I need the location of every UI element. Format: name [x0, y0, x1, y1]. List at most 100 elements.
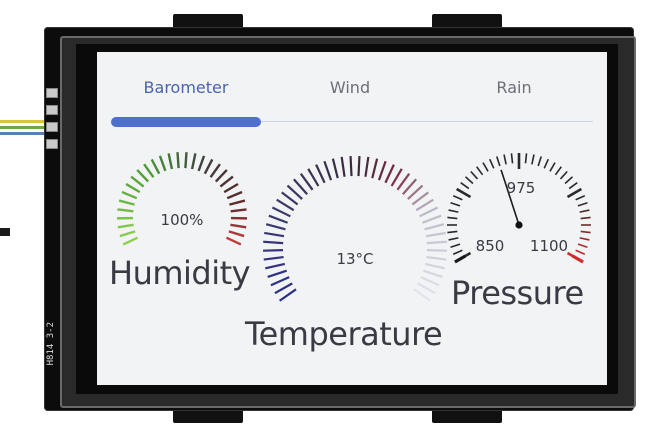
- board-silkscreen: H814 3-2: [46, 322, 56, 366]
- humidity-tick: [203, 158, 214, 175]
- humidity-tick: [219, 175, 234, 188]
- pressure-tick: [510, 153, 514, 164]
- humidity-tick: [209, 163, 221, 178]
- temperature-gauge-arc: [263, 156, 447, 302]
- humidity-tick: [226, 190, 243, 200]
- wire-yellow: [0, 120, 48, 123]
- pressure-tick: [575, 249, 586, 256]
- humidity-tick: [214, 169, 228, 183]
- lcd-screen: Barometer Wind Rain 100% 13°C 975 850 11…: [97, 52, 607, 385]
- pressure-label: Pressure: [451, 274, 584, 312]
- pressure-gauge-dial: [447, 153, 591, 264]
- pressure-tick: [579, 237, 590, 241]
- pressure-tick: [447, 230, 458, 234]
- temperature-tick: [422, 269, 443, 278]
- temperature-tick: [420, 276, 440, 287]
- temperature-tick: [331, 158, 339, 179]
- pressure-min-label: 850: [476, 237, 505, 255]
- pressure-tick: [470, 170, 479, 180]
- temperature-tick: [276, 198, 295, 212]
- temperature-tick: [424, 223, 445, 231]
- pressure-tick: [455, 187, 472, 199]
- temperature-tick: [340, 156, 346, 177]
- humidity-tick: [225, 236, 242, 246]
- humidity-tick: [184, 152, 188, 169]
- temperature-tick: [425, 231, 446, 238]
- pressure-tick: [450, 201, 461, 207]
- pressure-tick: [482, 162, 489, 172]
- humidity-tick: [117, 223, 134, 229]
- pressure-tick: [543, 158, 550, 169]
- humidity-tick: [190, 153, 197, 170]
- pressure-tick: [448, 209, 459, 213]
- pressure-tick: [531, 154, 535, 165]
- humidity-tick: [150, 158, 161, 175]
- pressure-tick: [580, 230, 591, 234]
- humidity-gauge-arc: [116, 152, 248, 246]
- humidity-tick: [119, 230, 136, 238]
- temperature-tick: [426, 255, 447, 261]
- humidity-tick: [125, 182, 141, 194]
- wire-dark: [0, 228, 10, 236]
- temperature-tick: [268, 214, 288, 224]
- pressure-max-marker: [571, 254, 584, 264]
- temperature-tick: [415, 198, 434, 212]
- humidity-tick: [229, 199, 246, 206]
- humidity-tick: [197, 155, 206, 172]
- temperature-tick: [265, 262, 286, 270]
- humidity-tick: [122, 236, 139, 246]
- pressure-tick: [495, 156, 501, 167]
- wire-blue: [0, 132, 48, 135]
- temperature-tick: [371, 158, 379, 179]
- humidity-tick: [230, 223, 247, 229]
- temperature-value: 13°C: [336, 250, 373, 268]
- temperature-tick: [279, 288, 297, 302]
- temperature-label: Temperature: [245, 315, 443, 353]
- pressure-max-label: 1100: [530, 237, 568, 255]
- pressure-tick: [450, 243, 461, 249]
- pressure-tick: [524, 153, 528, 164]
- pressure-tick: [577, 243, 588, 249]
- pressure-tick: [559, 170, 568, 180]
- temperature-tick: [270, 276, 290, 287]
- pressure-tick: [476, 166, 484, 176]
- temperature-tick: [426, 240, 447, 245]
- pressure-tick: [537, 156, 543, 167]
- humidity-label: Humidity: [109, 254, 251, 292]
- humidity-tick: [158, 155, 167, 172]
- temperature-tick: [265, 223, 286, 231]
- pressure-tick: [488, 158, 495, 169]
- temperature-tick: [323, 160, 333, 181]
- humidity-tick: [228, 230, 245, 238]
- temperature-tick: [263, 255, 284, 261]
- pressure-mid-label: 975: [507, 179, 536, 197]
- temperature-tick: [422, 214, 442, 224]
- pressure-tick: [447, 216, 458, 220]
- pressure-tick: [564, 176, 574, 185]
- humidity-tick: [117, 208, 134, 213]
- temperature-tick: [315, 164, 326, 184]
- temperature-tick: [384, 164, 395, 184]
- temperature-tick: [419, 206, 439, 218]
- pressure-tick: [580, 216, 591, 220]
- temperature-tick: [274, 282, 293, 295]
- humidity-tick: [230, 208, 247, 213]
- humidity-tick: [136, 169, 150, 183]
- pressure-tick: [460, 182, 470, 190]
- temperature-tick: [307, 168, 320, 187]
- humidity-value: 100%: [161, 211, 204, 229]
- temperature-tick: [357, 156, 361, 177]
- pressure-tick: [452, 194, 463, 201]
- temperature-tick: [264, 231, 285, 238]
- temperature-tick: [349, 156, 353, 177]
- temperature-tick: [263, 248, 284, 252]
- wire-green: [0, 126, 48, 129]
- pressure-needle-hub: [515, 221, 523, 229]
- humidity-tick: [223, 182, 239, 194]
- pressure-min-marker: [454, 254, 467, 264]
- humidity-tick: [121, 190, 138, 200]
- pressure-tick: [549, 162, 556, 172]
- temperature-tick: [271, 206, 291, 218]
- pressure-tick: [579, 209, 590, 213]
- humidity-tick: [118, 199, 135, 206]
